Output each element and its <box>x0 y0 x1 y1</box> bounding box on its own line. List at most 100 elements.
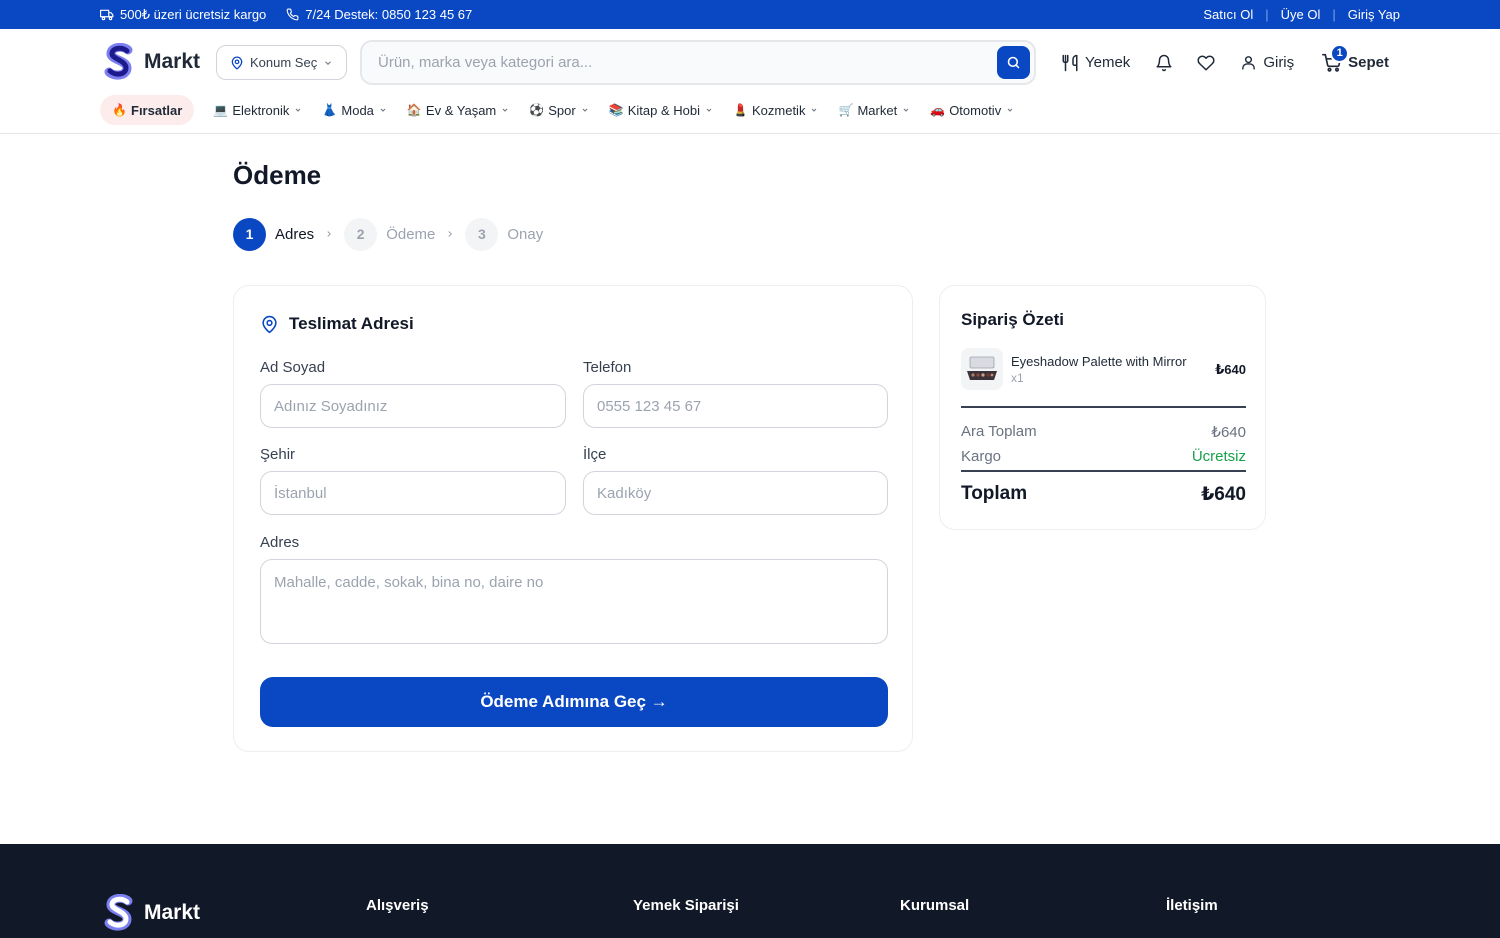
soccer-ball-icon: ⚽ <box>529 103 545 117</box>
login-button[interactable]: Giriş <box>1240 54 1294 71</box>
step-payment[interactable]: 2 Ödeme <box>344 217 436 251</box>
product-name: Eyeshadow Palette with Mirror <box>1011 354 1187 369</box>
chevron-down-icon <box>903 108 909 112</box>
subtotal-value: ₺640 <box>1211 424 1246 441</box>
chevron-down-icon <box>582 108 588 112</box>
cart-count-badge: 1 <box>1330 43 1350 63</box>
utensils-icon <box>1062 54 1078 71</box>
order-summary-card: Sipariş Özeti Eyeshadow Palette with Mir… <box>939 285 1266 530</box>
divider: | <box>1265 7 1269 22</box>
search-bar <box>360 40 1036 85</box>
total-label: Toplam <box>961 483 1028 504</box>
category-label: Market <box>857 102 898 118</box>
phone-icon <box>286 8 299 21</box>
chevron-down-icon <box>380 108 386 112</box>
step-label: Adres <box>275 225 315 243</box>
logo[interactable]: Markt <box>104 43 200 81</box>
product-quantity: x1 <box>1011 371 1024 385</box>
step-separator <box>435 229 465 239</box>
divider: | <box>1332 7 1336 22</box>
chevron-down-icon <box>296 108 301 112</box>
location-label: Konum Seç <box>250 55 318 70</box>
login-link[interactable]: Giriş Yap <box>1348 7 1400 22</box>
category-sports[interactable]: ⚽ Spor <box>529 95 588 125</box>
product-price: ₺640 <box>1215 362 1246 377</box>
favorites-button[interactable] <box>1197 54 1215 72</box>
search-button[interactable] <box>997 46 1030 79</box>
city-input[interactable] <box>260 471 566 515</box>
login-label: Giriş <box>1263 54 1295 71</box>
full-name-input[interactable] <box>260 384 566 428</box>
header-actions: Yemek Giriş 1 Sepet <box>1061 43 1389 76</box>
location-selector[interactable]: Konum Seç <box>216 45 347 80</box>
logo-icon <box>104 894 133 931</box>
category-label: Otomotiv <box>949 102 1002 118</box>
district-label: İlçe <box>583 446 607 463</box>
district-input[interactable] <box>583 471 888 515</box>
delivery-address-title: Teslimat Adresi <box>289 314 414 333</box>
phone-label: Telefon <box>583 359 632 376</box>
cart-button[interactable]: 1 Sepet <box>1322 43 1389 73</box>
category-label: Fırsatlar <box>131 102 183 118</box>
chevron-right-icon <box>327 231 332 237</box>
chevron-down-icon <box>1007 108 1013 112</box>
map-pin-icon <box>262 315 277 333</box>
phone-input[interactable] <box>583 384 888 428</box>
category-books[interactable]: 📚 Kitap & Hobi <box>609 95 713 125</box>
category-electronics[interactable]: 💻 Elektronik <box>213 95 302 125</box>
signup-link[interactable]: Üye Ol <box>1281 7 1321 22</box>
order-summary-title: Sipariş Özeti <box>961 310 1064 329</box>
total-value: ₺640 <box>1201 484 1246 505</box>
delivery-address-heading: Teslimat Adresi <box>260 314 414 334</box>
shipping-row: Kargo Ücretsiz <box>961 448 1246 465</box>
step-confirmation[interactable]: 3 Onay <box>465 217 543 251</box>
cart-icon: 🛒 <box>838 103 854 117</box>
summary-divider <box>961 470 1246 472</box>
checkout-steps: 1 Adres 2 Ödeme 3 Onay <box>233 217 543 251</box>
category-nav: 🔥 Fırsatlar 💻 Elektronik 👗 Moda 🏠 Ev & Y… <box>100 95 1034 125</box>
step-address[interactable]: 1 Adres <box>233 217 315 251</box>
full-name-label: Ad Soyad <box>260 359 326 376</box>
shipping-value: Ücretsiz <box>1191 448 1246 465</box>
category-label: Kozmetik <box>751 102 806 118</box>
shipping-label: Kargo <box>961 448 1002 465</box>
category-automotive[interactable]: 🚗 Otomotiv <box>930 95 1014 125</box>
lipstick-icon: 💄 <box>732 103 748 117</box>
footer-logo[interactable]: Markt <box>104 894 200 932</box>
category-market[interactable]: 🛒 Market <box>838 95 910 125</box>
continue-to-payment-button[interactable]: Ödeme Adımına Geç → <box>260 677 888 727</box>
top-bar: 500₺ üzeri ücretsiz kargo 7/24 Destek: 0… <box>0 0 1500 29</box>
step-separator <box>314 229 344 239</box>
heart-icon <box>1197 54 1215 70</box>
product-thumbnail <box>961 348 1003 390</box>
category-fashion[interactable]: 👗 Moda <box>322 95 387 125</box>
category-cosmetics[interactable]: 💄 Kozmetik <box>733 95 818 125</box>
category-label: Moda <box>341 102 374 118</box>
category-label: Kitap & Hobi <box>627 102 700 118</box>
chevron-down-icon <box>325 60 332 65</box>
category-home[interactable]: 🏠 Ev & Yaşam <box>407 95 509 125</box>
cart-label: Sepet <box>1348 54 1389 71</box>
order-item: Eyeshadow Palette with Mirror x1 ₺640 <box>961 348 1246 390</box>
free-shipping-text: 500₺ üzeri ücretsiz kargo <box>120 6 267 22</box>
user-icon <box>1242 56 1256 70</box>
books-icon: 📚 <box>608 103 624 117</box>
become-seller-link[interactable]: Satıcı Ol <box>1203 7 1253 22</box>
free-shipping-notice: 500₺ üzeri ücretsiz kargo <box>100 7 266 23</box>
footer-column-food: Yemek Siparişi <box>633 897 739 914</box>
footer-column-corporate: Kurumsal <box>900 897 970 914</box>
step-number: 3 <box>465 217 499 251</box>
subtotal-row: Ara Toplam ₺640 <box>961 423 1246 441</box>
category-deals[interactable]: 🔥 Fırsatlar <box>100 95 195 125</box>
search-input[interactable] <box>378 42 978 83</box>
notifications-button[interactable] <box>1155 54 1173 72</box>
summary-divider <box>961 406 1246 408</box>
laptop-icon: 💻 <box>213 103 229 117</box>
step-label: Ödeme <box>386 225 436 243</box>
map-pin-icon <box>231 56 243 69</box>
category-label: Elektronik <box>232 102 290 118</box>
logo-text: Markt <box>144 50 201 73</box>
food-button[interactable]: Yemek <box>1061 54 1130 72</box>
address-textarea[interactable] <box>260 559 888 644</box>
house-icon: 🏠 <box>406 103 422 117</box>
